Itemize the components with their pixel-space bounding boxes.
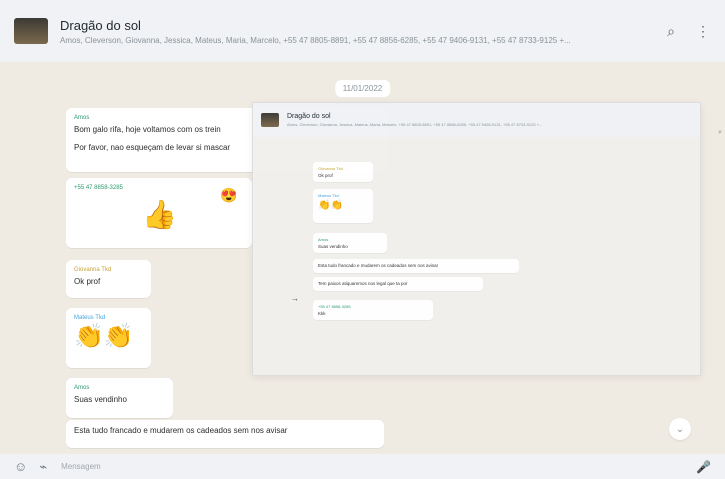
attach-icon[interactable]: ⌁ [39, 459, 47, 475]
overlay-body: Giovanna Tkd Ok prof Mateus Tkd 👏👏 Amos … [253, 137, 702, 377]
mic-icon[interactable]: 🎤 [696, 460, 711, 474]
overlay-message-bubble[interactable]: Esta tudo francado e mudarem os cadeados… [313, 259, 519, 273]
message-text: Ok prof [74, 277, 101, 286]
message-sender: Giovanna Tkd [74, 267, 112, 273]
message-sender: Amos [74, 385, 90, 391]
reaction-icon: 😍 [220, 186, 238, 203]
chat-members: Amos, Cleverson, Giovanna, Jessica, Mate… [60, 35, 571, 45]
chat-title: Dragão do sol [60, 17, 141, 33]
overlay-title: Dragão do sol [287, 113, 331, 120]
overlay-message-bubble[interactable]: Tem paixos atiquaremos nos legal que ta … [313, 277, 483, 291]
overlay-message-bubble[interactable]: Giovanna Tkd Ok prof [313, 162, 373, 182]
message-input[interactable]: Mensagem [61, 462, 696, 471]
overlay-message-text: Kkk [318, 311, 326, 316]
thumbs-up-icon: 👍 [142, 199, 177, 230]
composer: ☺ ⌁ Mensagem 🎤 [0, 454, 725, 479]
message-bubble[interactable]: Esta tudo francado e mudarem os cadeados… [66, 420, 384, 448]
group-avatar[interactable] [14, 18, 48, 44]
overlay-message-sender: Mateus Tkd [318, 193, 339, 198]
side-search-icon[interactable]: ⌕ [718, 129, 722, 137]
overlay-message-text: Tem paixos atiquaremos nos legal que ta … [318, 281, 408, 286]
overlay-message-sender: Amos [318, 237, 329, 242]
overlay-avatar[interactable] [261, 113, 279, 127]
chat-header-text: Dragão do sol Amos, Cleverson, Giovanna,… [60, 18, 649, 45]
header-actions: ⌕ ⋮ [663, 23, 711, 39]
overlay-message-sender: Giovanna Tkd [318, 166, 343, 171]
chat-header: Dragão do sol Amos, Cleverson, Giovanna,… [0, 0, 725, 62]
messaging-app: Dragão do sol Amos, Cleverson, Giovanna,… [0, 0, 725, 479]
kebab-menu-icon[interactable]: ⋮ [695, 23, 711, 39]
date-chip: 11/01/2022 [334, 80, 391, 97]
message-text: Suas vendinho [74, 395, 127, 404]
overlay-chat-window[interactable]: Dragão do sol Amos, Cleverson, Giovanna,… [252, 102, 701, 376]
overlay-message-text: Esta tudo francado e mudarem os cadeados… [318, 263, 439, 268]
overlay-clap-icon: 👏👏 [318, 200, 343, 211]
message-sender: Mateus Tkd [74, 315, 106, 321]
overlay-message-sender: +55 47 8858-3285 [318, 304, 351, 309]
composer-icons: ☺ ⌁ [14, 459, 47, 475]
cursor-icon: → [291, 294, 299, 303]
overlay-header: Dragão do sol Amos, Cleverson, Giovanna,… [253, 103, 700, 137]
overlay-message-text: Ok prof [318, 173, 333, 178]
chevron-down-icon[interactable]: ⌄ [669, 418, 691, 440]
overlay-members: Amos, Cleverson, Giovanna, Jessica, Mate… [287, 122, 543, 127]
overlay-message-bubble[interactable]: Amos Suas vendinho [313, 233, 387, 253]
overlay-message-text: Suas vendinho [318, 244, 348, 249]
clap-icon: 👏👏 [74, 323, 134, 350]
emoji-icon[interactable]: ☺ [14, 459, 27, 475]
message-bubble[interactable]: Giovanna Tkd Ok prof [66, 260, 151, 298]
message-text: Esta tudo francado e mudarem os cadeados… [74, 426, 288, 435]
overlay-message-bubble[interactable]: Mateus Tkd 👏👏 [313, 189, 373, 223]
message-bubble[interactable]: Amos Suas vendinho [66, 378, 173, 418]
message-bubble[interactable]: +55 47 8858-3285 😍 👍 [66, 178, 252, 248]
search-icon[interactable]: ⌕ [663, 23, 679, 39]
message-bubble[interactable]: Mateus Tkd 👏👏 [66, 308, 151, 368]
overlay-message-bubble[interactable]: +55 47 8858-3285 Kkk [313, 300, 433, 320]
